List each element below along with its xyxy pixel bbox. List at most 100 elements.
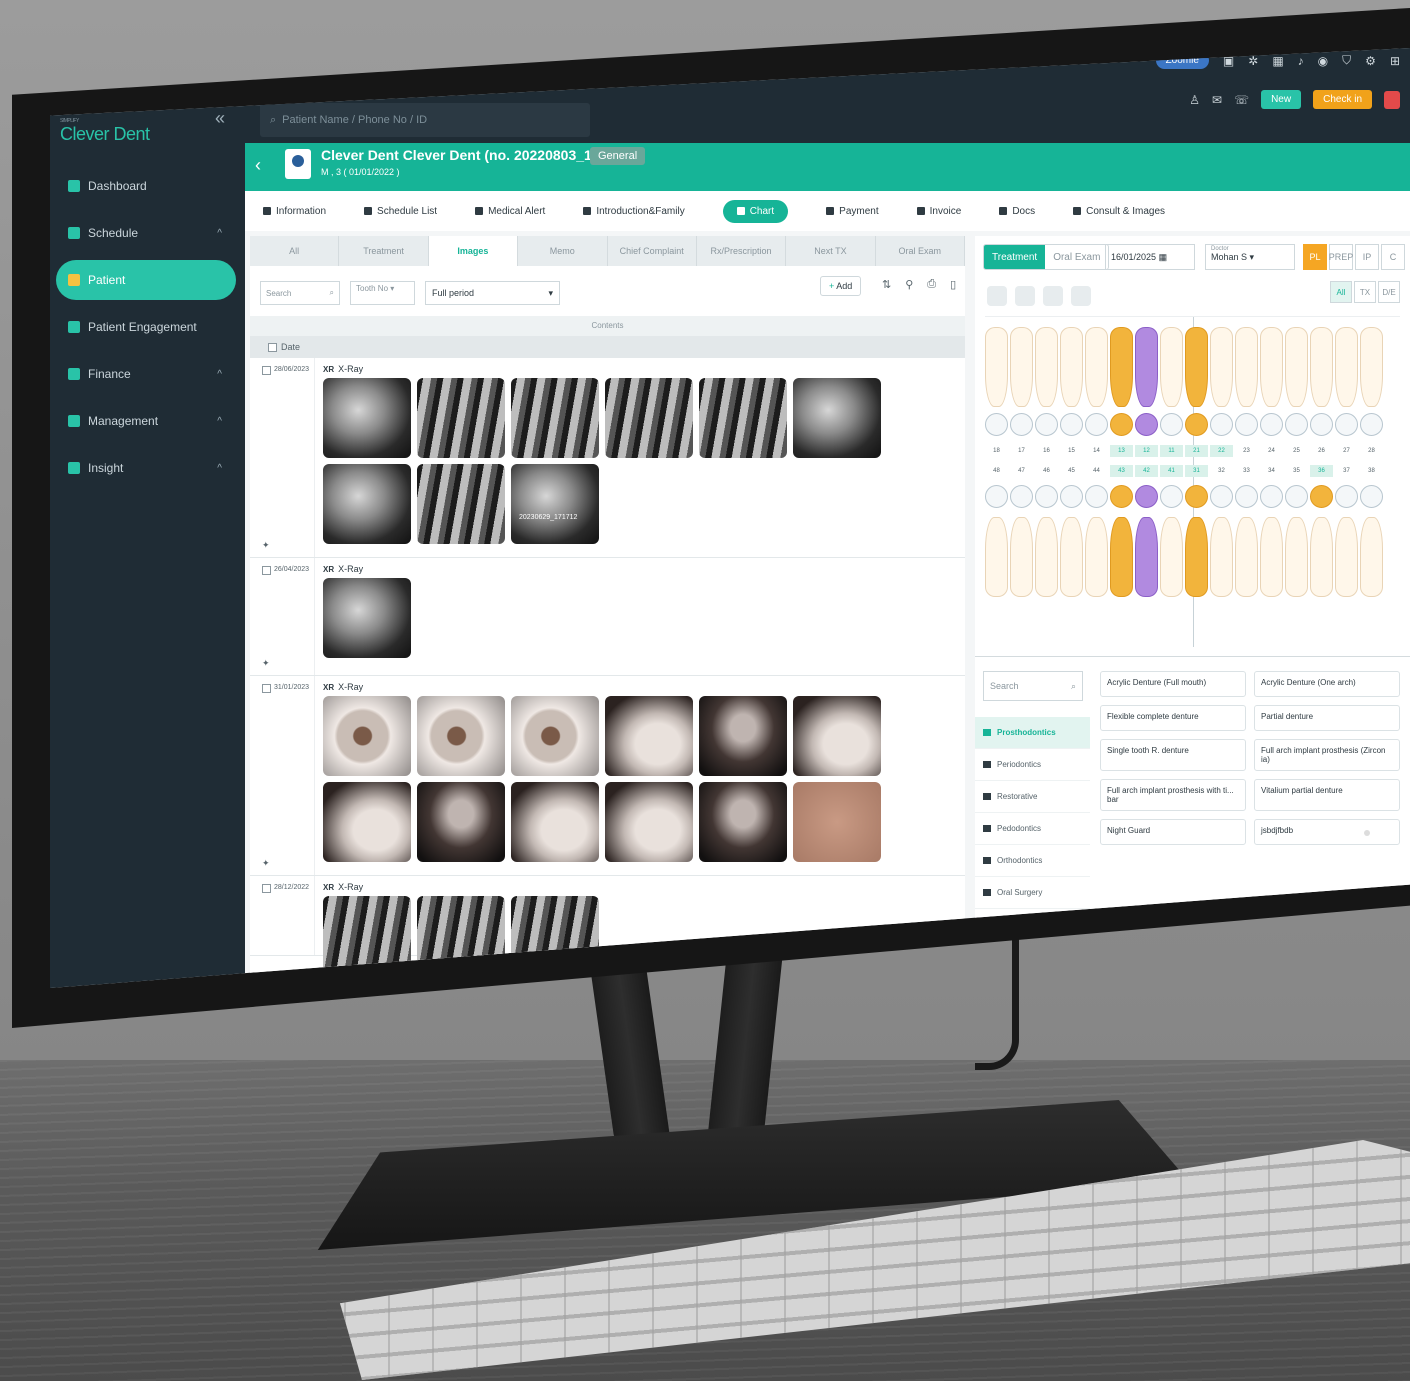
procedure-item[interactable]: Single tooth R. denture [1100, 739, 1246, 771]
tooth[interactable] [1135, 327, 1158, 407]
tooth[interactable] [1035, 327, 1058, 407]
sidebar-item-schedule[interactable]: Schedule ^ [56, 213, 236, 253]
tooth[interactable] [1285, 327, 1308, 407]
xray-thumbnail[interactable] [511, 896, 599, 976]
sidebar-item-patient[interactable]: Patient [56, 260, 236, 300]
calendar-icon[interactable]: ▦ [1272, 54, 1283, 68]
tooth[interactable] [985, 327, 1008, 407]
subtab-treatment[interactable]: Treatment [339, 236, 429, 266]
tooth[interactable] [1335, 517, 1358, 597]
tooth-surface[interactable] [985, 485, 1008, 508]
tooth[interactable] [1160, 517, 1183, 597]
shield-icon[interactable]: ⛉ [1342, 53, 1351, 68]
tab-invoice[interactable]: Invoice [916, 206, 961, 217]
xray-thumbnail[interactable] [793, 378, 881, 458]
tooth-surface[interactable] [1185, 485, 1208, 508]
sidebar-item-insight[interactable]: Insight ^ [56, 448, 236, 488]
tooth-number-select[interactable]: Tooth No ▾ [350, 281, 415, 305]
tooth[interactable] [1035, 517, 1058, 597]
tooth-surface[interactable] [985, 413, 1008, 436]
select-all-checkbox[interactable] [268, 342, 277, 352]
sidebar-item-patient-engagement[interactable]: Patient Engagement [56, 307, 236, 347]
category-periodontics[interactable]: Periodontics [975, 749, 1090, 781]
tooth[interactable] [1235, 517, 1258, 597]
tab-introduction-family[interactable]: Introduction&Family [583, 206, 685, 217]
tooth-view-icon[interactable] [1043, 286, 1063, 306]
tooth-surface[interactable] [1085, 413, 1108, 436]
tooth[interactable] [1260, 327, 1283, 407]
subtab-memo[interactable]: Memo [518, 236, 608, 266]
zoomie-button[interactable]: Zoomie [1155, 52, 1209, 69]
tooth[interactable] [1235, 327, 1258, 407]
sidebar-item-finance[interactable]: Finance ^ [56, 354, 236, 394]
category-orthodontics[interactable]: Orthodontics [975, 845, 1090, 877]
xray-thumbnail[interactable] [323, 578, 411, 658]
tooth-surface[interactable] [1335, 485, 1358, 508]
tooth-surface[interactable] [1035, 413, 1058, 436]
tooth-surface[interactable] [1060, 413, 1083, 436]
back-arrow-icon[interactable]: ‹ [255, 155, 261, 176]
history-icon[interactable] [1071, 286, 1091, 306]
photo-thumbnail[interactable] [417, 782, 505, 862]
xray-thumbnail[interactable] [417, 464, 505, 544]
apps-grid-icon[interactable]: ⊞ [1390, 54, 1400, 68]
tooth[interactable] [1160, 327, 1183, 407]
xray-thumbnail[interactable]: 20230629_171712 [511, 464, 599, 544]
check-in-button[interactable]: Check in [1313, 90, 1372, 109]
subtab-images[interactable]: Images [428, 236, 519, 266]
tooth-surface[interactable] [1260, 485, 1283, 508]
procedure-item[interactable]: Acrylic Denture (Full mouth) [1100, 671, 1246, 697]
tooth-view-icon[interactable] [1015, 286, 1035, 306]
tooth[interactable] [1135, 517, 1158, 597]
tooth[interactable] [1210, 517, 1233, 597]
mode-c[interactable]: C [1381, 244, 1405, 270]
tooth[interactable] [1360, 327, 1383, 407]
share-icon[interactable]: ⚲ [905, 278, 913, 291]
category-prosthodontics[interactable]: Prosthodontics [975, 717, 1090, 749]
tooth-surface[interactable] [1335, 413, 1358, 436]
images-search-input[interactable]: Search ⌕ [260, 281, 340, 305]
tooth[interactable] [1310, 327, 1333, 407]
procedure-item[interactable]: Night Guard [1100, 819, 1246, 845]
xray-thumbnail[interactable] [323, 378, 411, 458]
pin-icon[interactable]: ✦ [262, 540, 270, 551]
procedure-item[interactable]: Partial denture [1254, 705, 1400, 731]
tooth[interactable] [1210, 327, 1233, 407]
alert-button[interactable] [1384, 90, 1400, 109]
filter-all[interactable]: All [1330, 281, 1352, 303]
tab-schedule-list[interactable]: Schedule List [364, 206, 437, 217]
period-select[interactable]: Full period ▾ [425, 281, 560, 305]
tooth-surface[interactable] [1110, 485, 1133, 508]
procedure-item[interactable]: jsbdjfbdb [1254, 819, 1400, 845]
xray-thumbnail[interactable] [417, 896, 505, 976]
tooth[interactable] [1060, 327, 1083, 407]
tab-oral-exam[interactable]: Oral Exam [1045, 245, 1108, 269]
xray-thumbnail[interactable] [699, 378, 787, 458]
tablet-icon[interactable]: ▣ [1223, 54, 1234, 68]
tooth-surface[interactable] [1060, 485, 1083, 508]
tooth-surface[interactable] [1185, 413, 1208, 436]
collapse-sidebar-icon[interactable]: « [215, 108, 225, 129]
tooth-surface[interactable] [1260, 413, 1283, 436]
subtab-oral-exam[interactable]: Oral Exam [876, 236, 965, 266]
photo-thumbnail[interactable] [793, 782, 881, 862]
tab-medical-alert[interactable]: Medical Alert [475, 206, 545, 217]
tooth-surface[interactable] [1285, 485, 1308, 508]
subtab-all[interactable]: All [250, 236, 340, 266]
tooth-surface[interactable] [1235, 413, 1258, 436]
tooth[interactable] [1060, 517, 1083, 597]
tab-payment[interactable]: Payment [826, 206, 879, 217]
tooth[interactable] [1335, 327, 1358, 407]
add-image-button[interactable]: + Add [820, 276, 862, 296]
photo-thumbnail[interactable] [323, 782, 411, 862]
tooth-surface[interactable] [1210, 485, 1233, 508]
tooth[interactable] [1360, 517, 1383, 597]
xray-thumbnail[interactable] [323, 464, 411, 544]
xray-thumbnail[interactable] [323, 896, 411, 976]
mode-ip[interactable]: IP [1355, 244, 1379, 270]
print-icon[interactable]: ⎙ [927, 278, 936, 291]
entry-checkbox[interactable] [262, 366, 271, 375]
tooth-surface[interactable] [1110, 413, 1133, 436]
procedure-item[interactable]: Full arch implant prosthesis (Zircon ia) [1254, 739, 1400, 771]
xray-thumbnail[interactable] [417, 378, 505, 458]
